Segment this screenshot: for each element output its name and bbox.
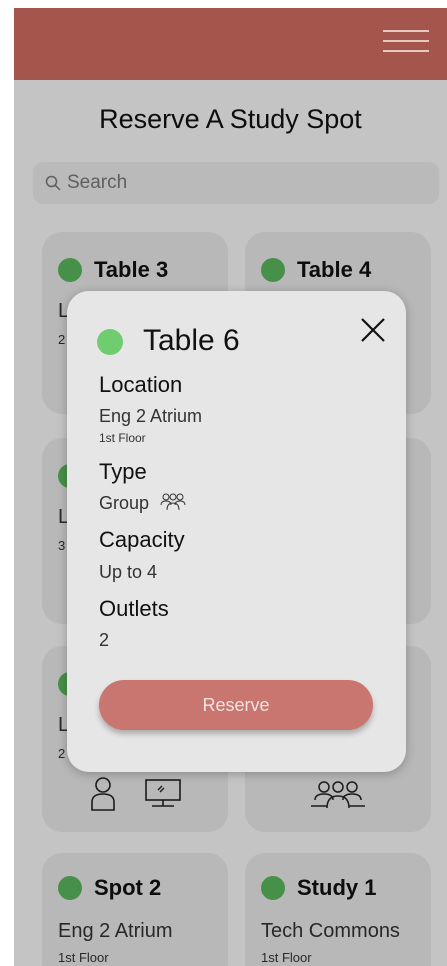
group-icon [160, 493, 186, 511]
type-text: Group [99, 493, 150, 513]
hamburger-menu-icon[interactable] [383, 30, 429, 56]
close-icon[interactable] [359, 316, 387, 344]
location-label: Location [99, 372, 183, 397]
availability-dot [97, 329, 123, 355]
modal-title: Table 6 [143, 324, 240, 357]
capacity-value: Up to 4 [99, 562, 158, 582]
outlets-value: 2 [99, 630, 110, 650]
type-value: Group [99, 493, 188, 514]
spot-details-modal: Table 6 Location Eng 2 Atrium 1st Floor … [67, 291, 406, 772]
capacity-label: Capacity [99, 527, 185, 552]
floor-value: 1st Floor [99, 431, 146, 445]
app-screen: Reserve A Study Spot Search Table 3 L 2 … [14, 8, 447, 966]
top-bar [14, 8, 447, 80]
location-value: Eng 2 Atrium [99, 406, 203, 426]
reserve-button[interactable]: Reserve [99, 680, 373, 730]
outlets-label: Outlets [99, 596, 169, 621]
type-label: Type [99, 459, 147, 484]
